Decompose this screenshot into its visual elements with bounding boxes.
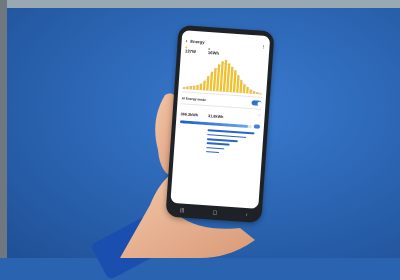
device-name: [178, 145, 192, 146]
energy-chart: [178, 54, 268, 96]
device-name: [179, 137, 193, 138]
ai-energy-toggle[interactable]: [251, 100, 262, 106]
stat-total: 16Wh: [207, 47, 220, 56]
device-value: [194, 151, 204, 152]
device-value: [196, 129, 206, 130]
back-icon[interactable]: ‹: [246, 212, 248, 218]
home-icon[interactable]: ▢: [212, 210, 217, 216]
page-title: Energy: [190, 38, 205, 45]
arrow-left-icon[interactable]: ‹: [186, 38, 188, 44]
chart-bar: [246, 86, 249, 94]
smartphone: ‹ Energy ⋮ 137W 16Wh AI Energy mode ⓘ 36…: [165, 24, 275, 224]
device-bar-fill: [205, 150, 220, 154]
info-icon[interactable]: ⓘ: [258, 113, 261, 117]
device-list: [174, 125, 264, 159]
chart-bar: [212, 68, 217, 92]
stat-value: 16Wh: [207, 49, 220, 56]
more-vertical-icon[interactable]: ⋮: [261, 44, 265, 49]
device-name: [180, 128, 194, 129]
chart-bar: [229, 66, 234, 93]
stat-value: 137W: [184, 48, 197, 55]
device-name: [179, 141, 193, 142]
device-value: [195, 142, 205, 143]
device-bar-track: [205, 150, 258, 156]
device-name: [179, 133, 193, 134]
chart-bar: [216, 64, 221, 92]
device-value: [194, 147, 204, 148]
stat-current: 137W: [185, 46, 196, 54]
device-value: [195, 138, 205, 139]
device-name: [178, 150, 192, 151]
usage-button[interactable]: [253, 124, 261, 129]
recent-apps-icon[interactable]: |||: [180, 207, 184, 213]
energy-chart-svg: [182, 59, 263, 95]
phone-screen: ‹ Energy ⋮ 137W 16Wh AI Energy mode ⓘ 36…: [170, 30, 271, 209]
device-value: [195, 134, 205, 135]
chart-bar: [239, 80, 243, 93]
